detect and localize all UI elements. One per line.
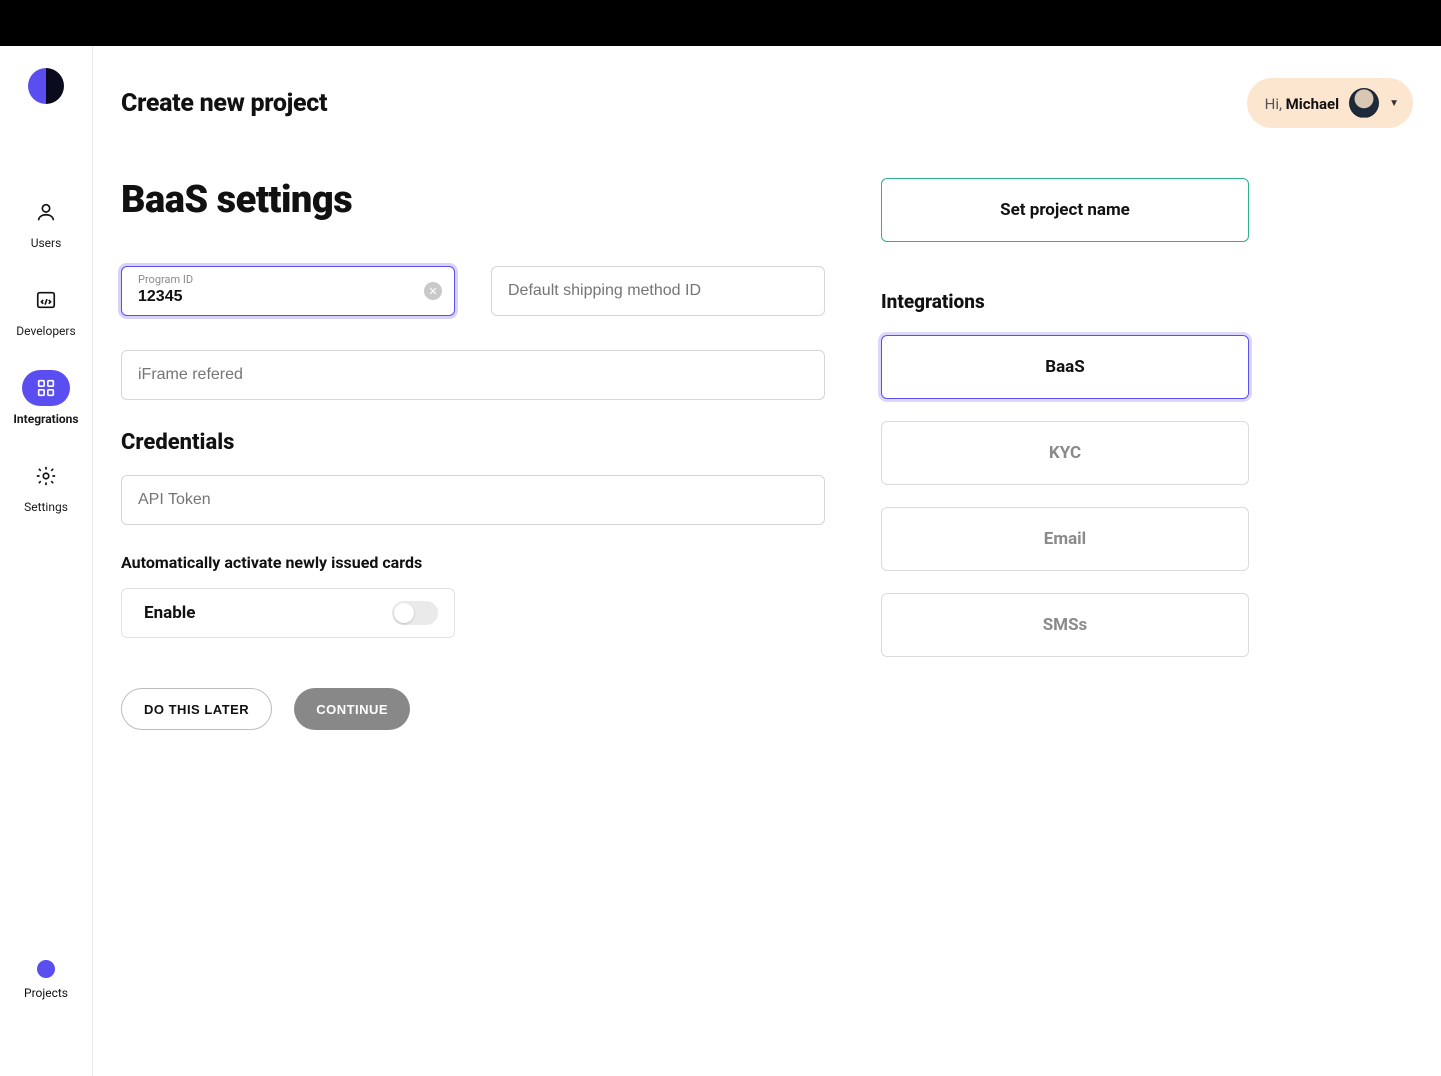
sidebar: Users Developers Integrations	[0, 46, 93, 1076]
sidebar-item-label: Settings	[24, 500, 68, 514]
user-name: Michael	[1286, 95, 1339, 113]
user-icon	[22, 194, 70, 230]
puzzle-icon	[22, 370, 70, 406]
enable-label: Enable	[144, 603, 195, 623]
integrations-title: Integrations	[881, 290, 1249, 313]
page-title: Create new project	[121, 89, 327, 118]
set-project-name-step[interactable]: Set project name	[881, 178, 1249, 242]
avatar	[1349, 88, 1379, 118]
integration-kyc[interactable]: KYC	[881, 421, 1249, 485]
user-menu[interactable]: Hi, Michael ▼	[1247, 78, 1413, 128]
iframe-refered-field[interactable]	[121, 350, 825, 400]
shipping-method-input[interactable]	[508, 282, 808, 300]
sidebar-item-label: Projects	[24, 986, 68, 1000]
enable-toggle[interactable]	[392, 601, 438, 625]
sidebar-item-label: Developers	[16, 324, 75, 338]
app-logo[interactable]	[28, 68, 64, 104]
sidebar-item-integrations[interactable]: Integrations	[13, 370, 78, 426]
credentials-title: Credentials	[121, 430, 825, 455]
projects-icon	[37, 960, 55, 978]
chevron-down-icon: ▼	[1389, 98, 1399, 109]
integration-smss[interactable]: SMSs	[881, 593, 1249, 657]
sidebar-item-label: Users	[31, 236, 62, 250]
integration-baas[interactable]: BaaS	[881, 335, 1249, 399]
program-id-label: Program ID	[138, 273, 193, 286]
sidebar-item-settings[interactable]: Settings	[22, 458, 70, 514]
code-icon	[22, 282, 70, 318]
api-token-input[interactable]	[138, 491, 808, 509]
shipping-method-field[interactable]	[491, 266, 825, 316]
section-title: BaaS settings	[121, 178, 825, 222]
sidebar-item-users[interactable]: Users	[22, 194, 70, 250]
enable-toggle-card: Enable	[121, 588, 455, 638]
iframe-refered-input[interactable]	[138, 366, 808, 384]
continue-button[interactable]: CONTINUE	[294, 688, 410, 730]
auto-activate-heading: Automatically activate newly issued card…	[121, 553, 825, 572]
sidebar-item-developers[interactable]: Developers	[16, 282, 75, 338]
do-this-later-button[interactable]: DO THIS LATER	[121, 688, 272, 730]
sidebar-item-projects[interactable]: Projects	[24, 960, 68, 1000]
clear-icon[interactable]: ✕	[424, 282, 442, 300]
api-token-field[interactable]	[121, 475, 825, 525]
program-id-field[interactable]: Program ID ✕	[121, 266, 455, 316]
sidebar-item-label: Integrations	[13, 412, 78, 426]
os-topbar	[0, 0, 1441, 46]
program-id-input[interactable]	[138, 288, 438, 306]
gear-icon	[22, 458, 70, 494]
integration-email[interactable]: Email	[881, 507, 1249, 571]
user-greeting: Hi,	[1265, 95, 1286, 113]
